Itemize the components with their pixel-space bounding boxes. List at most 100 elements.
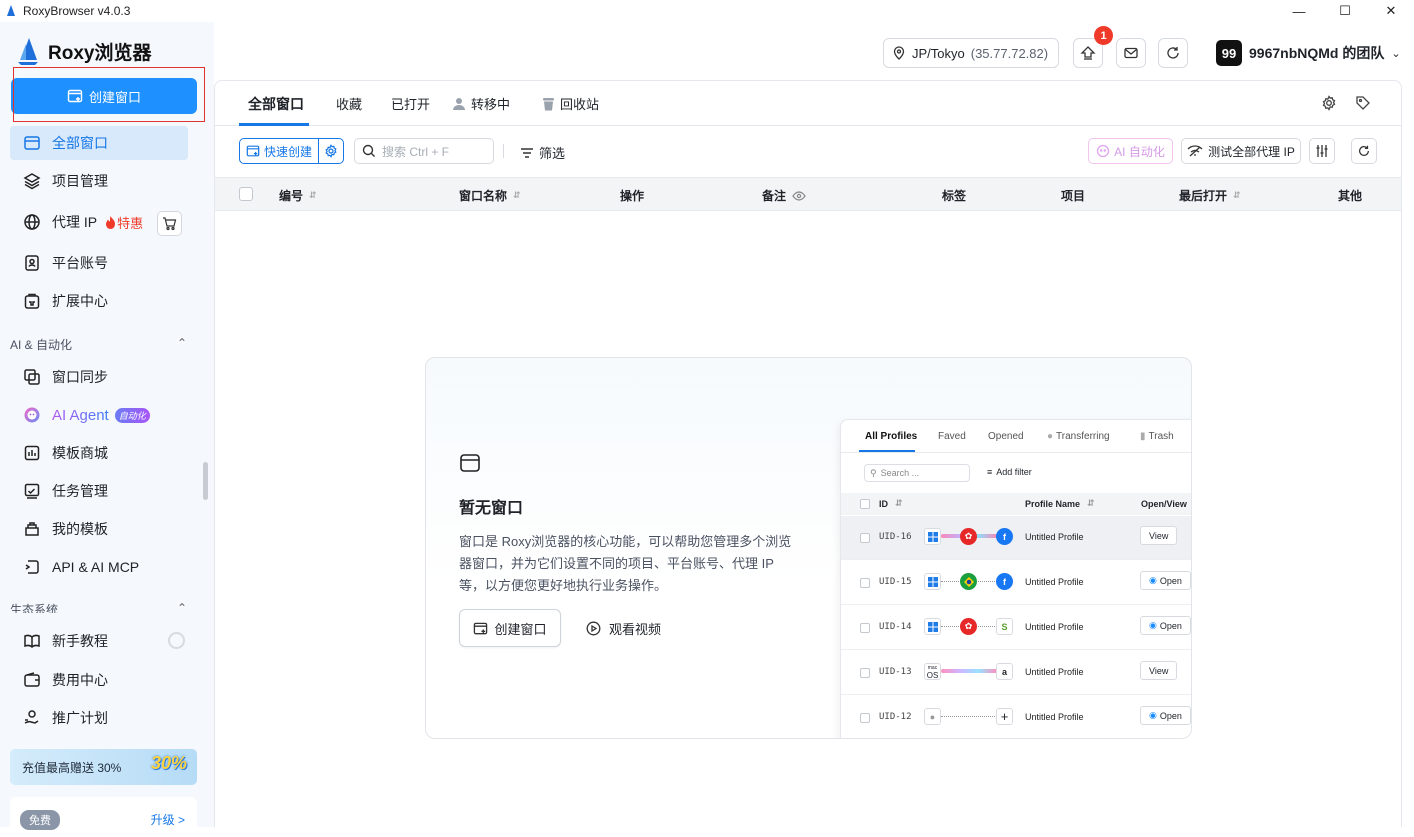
ai-automation-label: AI 自动化	[1114, 144, 1165, 159]
preview-tab: All Profiles	[865, 431, 918, 442]
column-other: 其他	[1338, 187, 1362, 204]
preview-uid: UID-12	[879, 712, 912, 722]
chrome-icon: ◉	[1149, 575, 1157, 585]
tab-transferring[interactable]: 转移中	[452, 94, 510, 113]
tag-icon[interactable]	[1355, 95, 1371, 111]
preview-tab-label: Transferring	[1056, 431, 1110, 442]
ai-automation-button[interactable]: AI 自动化	[1088, 138, 1173, 164]
hong-kong-flag-icon: ✿	[960, 618, 977, 635]
video-label: 观看视频	[609, 622, 662, 637]
sidebar-item-platform-accounts[interactable]: 平台账号	[10, 246, 188, 280]
team-name: 9967nbNQMd 的团队	[1249, 45, 1385, 61]
sidebar-item-window-sync[interactable]: 窗口同步	[10, 360, 188, 394]
notification-badge: 1	[1094, 26, 1113, 45]
column-settings-button[interactable]	[1309, 138, 1335, 164]
quick-create-settings-button[interactable]	[319, 139, 343, 163]
proxy-location-button[interactable]: JP/Tokyo (35.77.72.82)	[883, 38, 1060, 68]
close-button[interactable]: ✕	[1368, 0, 1414, 22]
tab-all-windows[interactable]: 全部窗口	[248, 94, 304, 114]
sidebar-item-all-windows[interactable]: 全部窗口	[10, 126, 188, 160]
section-ai-automation[interactable]: AI & 自动化 ⌃	[10, 336, 187, 353]
wallet-icon	[23, 671, 41, 689]
hong-kong-flag-icon: ✿	[960, 528, 977, 545]
active-tab-indicator	[239, 123, 309, 126]
sail-logo-icon	[18, 38, 38, 65]
preview-uid: UID-13	[879, 667, 912, 677]
sidebar-item-my-templates[interactable]: 我的模板	[10, 512, 188, 546]
toolbar-divider	[503, 144, 504, 158]
filter-icon	[521, 147, 533, 158]
cart-button[interactable]	[157, 211, 182, 236]
sidebar-item-label: 平台账号	[52, 255, 108, 271]
minimize-button[interactable]: —	[1276, 0, 1322, 22]
search-input[interactable]: 搜索 Ctrl + F	[354, 138, 494, 164]
sidebar-item-billing[interactable]: 费用中心	[10, 663, 188, 697]
book-icon	[23, 632, 41, 650]
refresh-list-button[interactable]	[1351, 138, 1377, 164]
sidebar-scrollbar[interactable]	[203, 462, 208, 500]
create-label: 创建窗口	[494, 621, 547, 637]
sidebar-item-label: 模板商城	[52, 445, 108, 461]
sidebar-item-projects[interactable]: 项目管理	[10, 164, 188, 198]
upgrade-link[interactable]: 升级 >	[151, 811, 185, 828]
column-label: 标签	[942, 189, 967, 203]
messages-button[interactable]	[1116, 38, 1146, 68]
recharge-promo-banner[interactable]: 充值最高赠送 30% 30%	[10, 749, 197, 785]
test-proxies-label: 测试全部代理 IP	[1208, 144, 1295, 159]
flame-icon	[106, 215, 116, 229]
column-label: 操作	[620, 189, 645, 203]
chrome-icon: ◉	[1149, 710, 1157, 720]
sidebar-item-extensions[interactable]: 扩展中心	[10, 284, 188, 318]
preview-action: ◉ Open	[1140, 571, 1191, 590]
team-switcher[interactable]: 99 9967nbNQMd 的团队 ⌄	[1216, 40, 1401, 66]
empty-create-window-button[interactable]: 创建窗口	[459, 609, 561, 647]
tab-recycle-bin[interactable]: 回收站	[542, 94, 599, 113]
sidebar-item-tutorial[interactable]: 新手教程	[10, 624, 188, 658]
refresh-header-button[interactable]	[1158, 38, 1188, 68]
preview-row: UID-14 ✿ S Untitled Profile ◉ Open	[841, 606, 1191, 650]
sidebar-item-task-management[interactable]: 任务管理	[10, 474, 188, 508]
tab-label: 收藏	[336, 97, 363, 112]
quick-create-button[interactable]: 快速创建	[240, 139, 320, 163]
settings-gear-icon[interactable]	[1321, 95, 1337, 111]
preview-row: UID-15 f Untitled Profile ◉ Open	[841, 561, 1191, 605]
section-ecosystem[interactable]: 生态系统 ⌃	[10, 601, 187, 613]
preview-col-name: Profile Name	[1025, 499, 1081, 509]
column-last-opened[interactable]: 最后打开 ⇵	[1179, 187, 1241, 204]
sidebar-item-ai-agent[interactable]: AI Agent 自动化	[10, 398, 188, 432]
maximize-button[interactable]: ☐	[1322, 0, 1368, 22]
api-icon	[23, 558, 41, 576]
column-notes[interactable]: 备注	[762, 187, 806, 204]
sidebar-item-label: 新手教程	[52, 633, 108, 649]
preview-checkbox	[860, 668, 870, 678]
preview-profile-name: Untitled Profile	[1025, 712, 1084, 722]
promo-icon	[23, 709, 41, 727]
search-icon: ⚲	[870, 467, 877, 478]
preview-filter: ≡ Add filter	[987, 467, 1032, 477]
search-icon	[362, 144, 375, 157]
tab-favorites[interactable]: 收藏	[336, 94, 362, 113]
sort-icon: ⇵	[1233, 190, 1241, 200]
column-id[interactable]: 编号 ⇵	[279, 187, 317, 204]
tab-opened[interactable]: 已打开	[391, 94, 430, 113]
windows-icon	[924, 618, 941, 635]
location-pin-icon	[893, 46, 905, 60]
plan-card: 免费 升级 >	[10, 797, 197, 837]
sidebar-item-template-store[interactable]: 模板商城	[10, 436, 188, 470]
app-name: Roxy浏览器	[48, 42, 152, 64]
quick-create-group: 快速创建	[239, 138, 345, 164]
hot-deal-label: 特惠	[117, 215, 144, 231]
preview-uid: UID-16	[879, 532, 912, 542]
sidebar-item-label: 任务管理	[52, 483, 108, 499]
select-all-checkbox[interactable]	[239, 187, 253, 201]
window-icon	[23, 134, 41, 152]
window-icon	[460, 454, 480, 472]
test-all-proxies-button[interactable]: 测试全部代理 IP	[1181, 138, 1301, 164]
trash-icon	[543, 97, 554, 110]
watch-video-button[interactable]: 观看视频	[586, 619, 661, 638]
sidebar-item-affiliate[interactable]: 推广计划	[10, 701, 188, 735]
column-window-name[interactable]: 窗口名称 ⇵	[459, 187, 521, 204]
filter-button[interactable]: 筛选	[520, 143, 565, 162]
sidebar-item-api-mcp[interactable]: API & AI MCP	[10, 550, 188, 584]
preview-checkbox	[860, 578, 870, 588]
